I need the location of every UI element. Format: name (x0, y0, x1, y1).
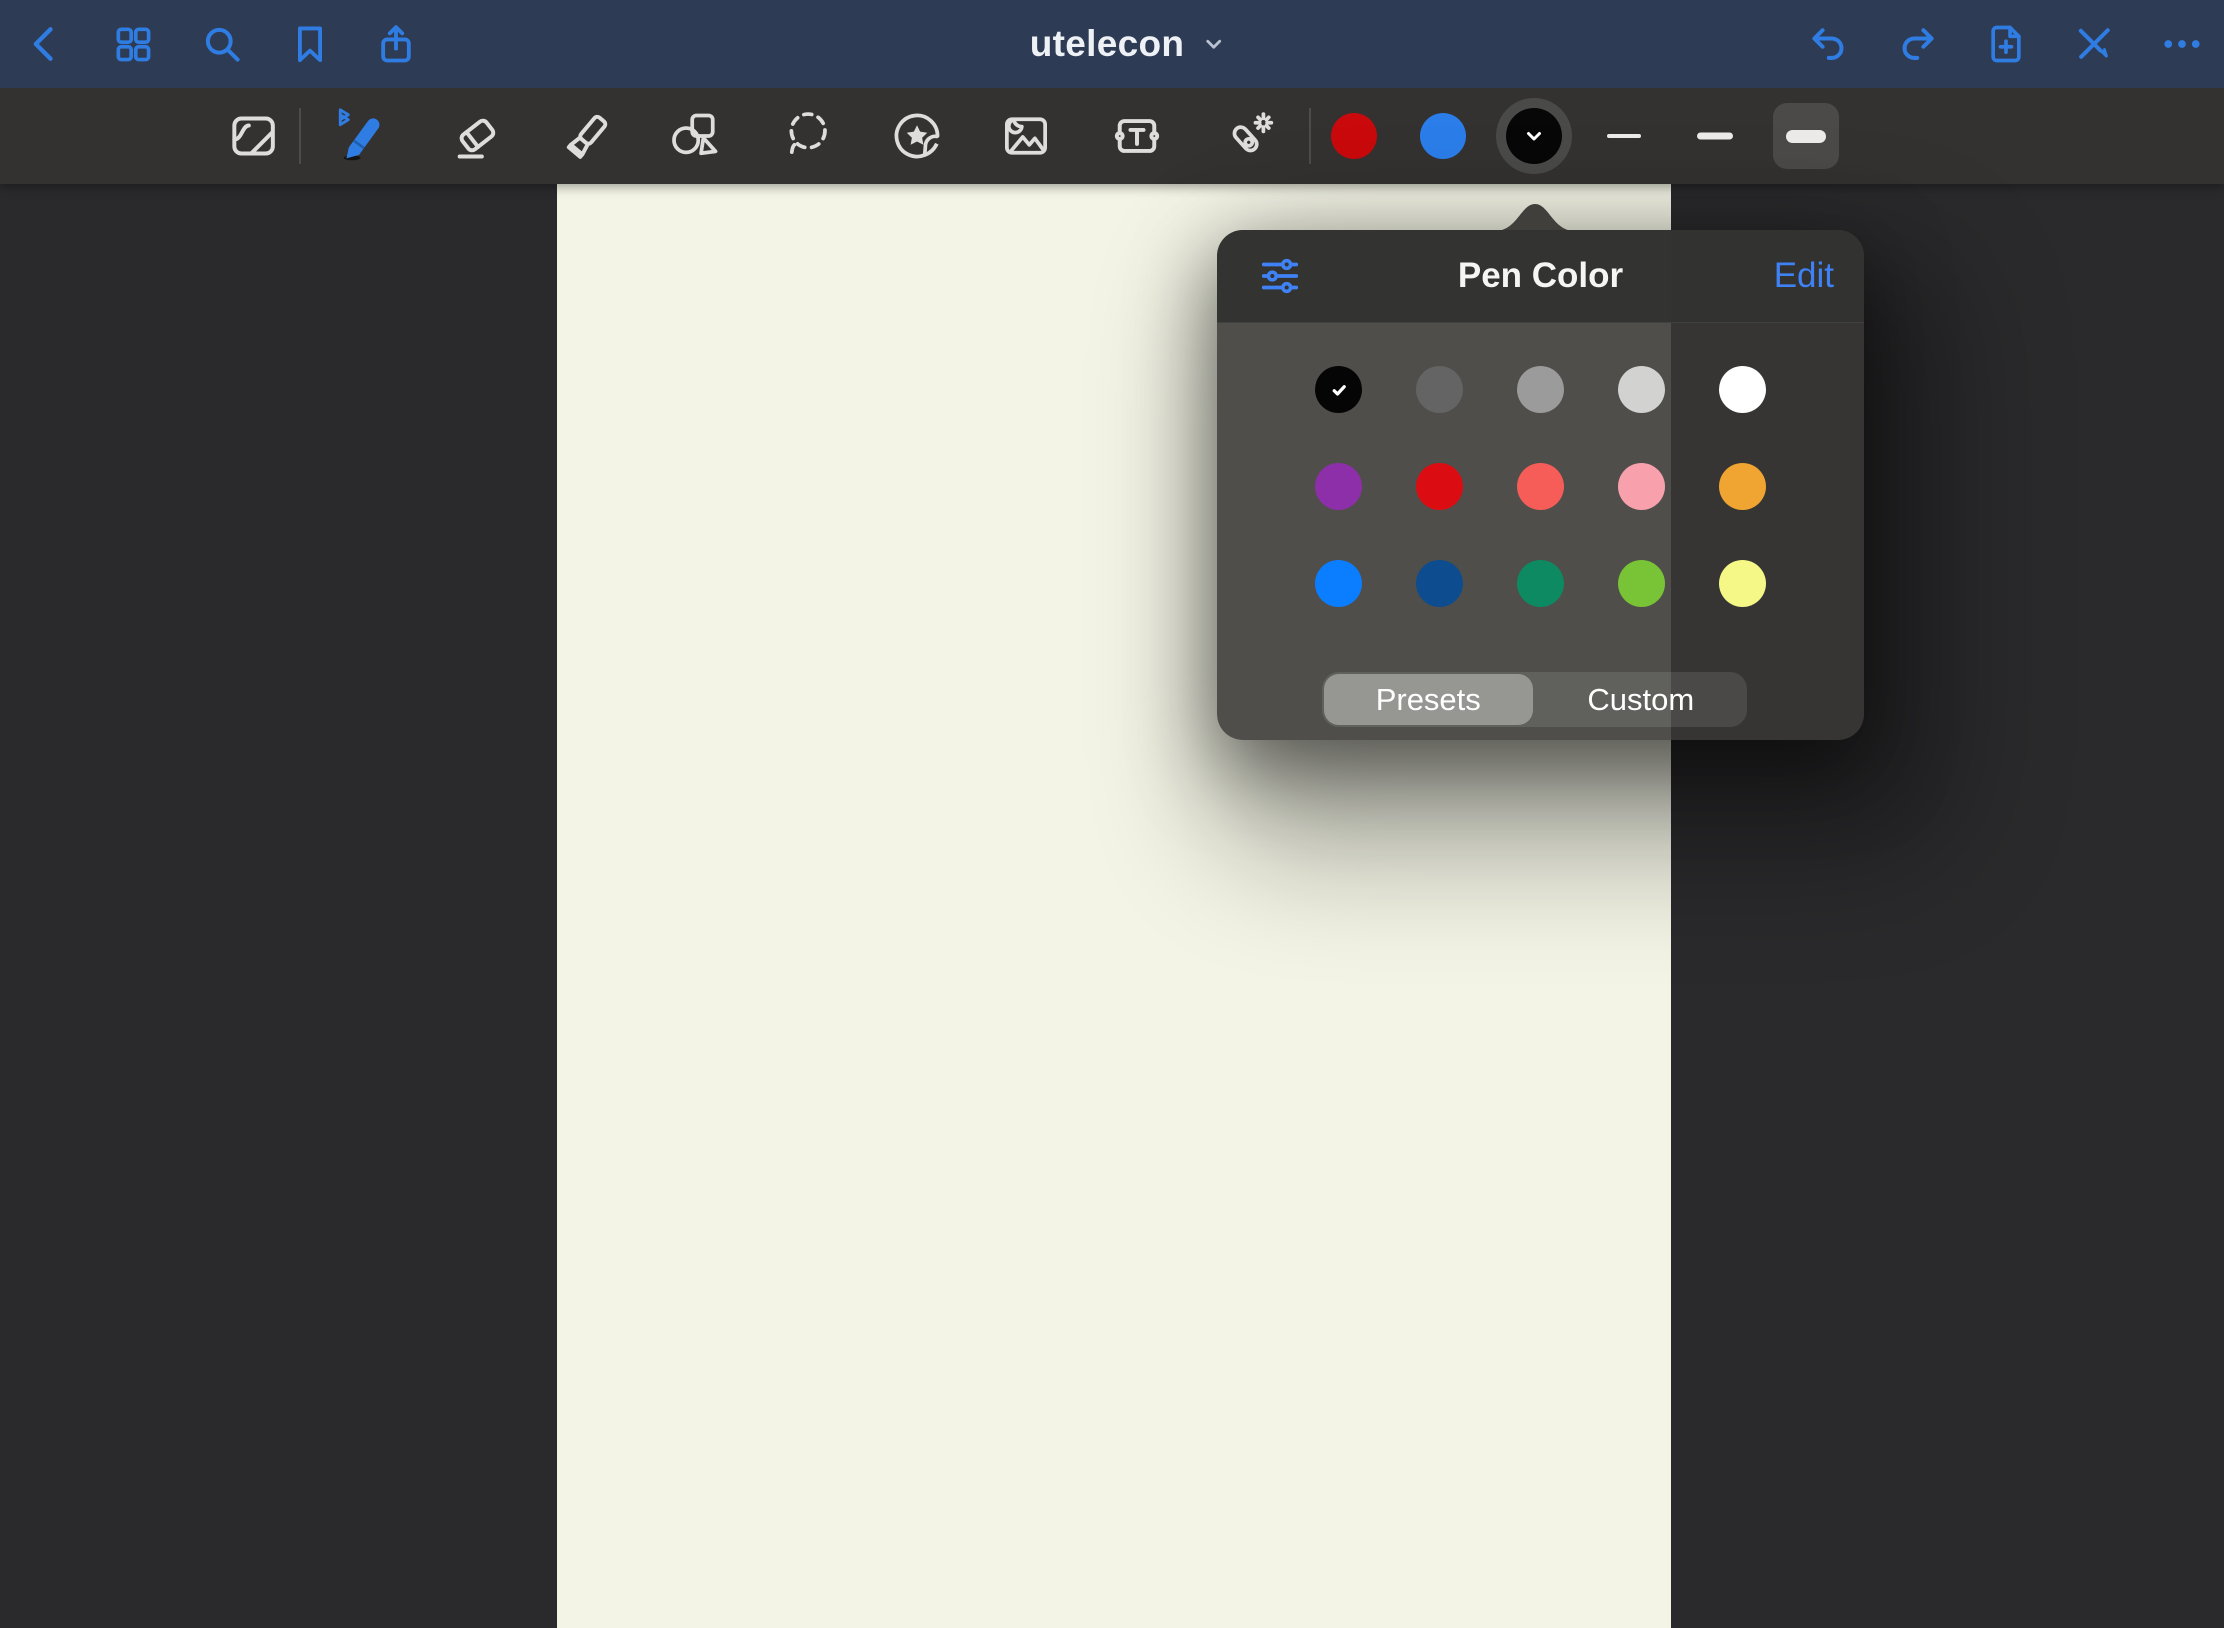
swatch-coral[interactable] (1517, 463, 1564, 510)
swatch-dark-gray[interactable] (1416, 366, 1463, 413)
pen-tool-button[interactable] (328, 104, 392, 168)
chevron-down-icon (1522, 124, 1546, 148)
swatch-orange[interactable] (1719, 463, 1766, 510)
search-button[interactable] (196, 18, 248, 70)
tab-custom[interactable]: Custom (1537, 674, 1746, 725)
swatch-red[interactable] (1416, 463, 1463, 510)
eraser-tool-button[interactable] (444, 104, 508, 168)
pen-color-popup: Pen Color Edit Presets Custom (1217, 230, 1864, 740)
swatch-light-gray[interactable] (1618, 366, 1665, 413)
lasso-icon (779, 108, 835, 164)
swatch-navy[interactable] (1416, 560, 1463, 607)
redo-button[interactable] (1891, 18, 1943, 70)
stroke-width-thin-button[interactable] (1607, 134, 1641, 138)
swatch-gray[interactable] (1517, 366, 1564, 413)
elements-tool-button[interactable] (885, 104, 949, 168)
toolbar-color-black (1506, 108, 1562, 164)
shapes-icon (667, 108, 723, 164)
zoom-window-tool-button[interactable] (221, 104, 285, 168)
more-icon (2160, 22, 2204, 66)
highlighter-icon (560, 108, 616, 164)
toolbar-color-blue[interactable] (1420, 113, 1466, 159)
share-button[interactable] (370, 18, 422, 70)
stylus-cross-icon (2072, 22, 2116, 66)
toolbar-divider (299, 108, 301, 164)
color-swatch-grid (1217, 323, 1864, 607)
text-icon (1109, 108, 1165, 164)
pen-tool-icon (332, 108, 388, 164)
sticker-star-icon (889, 108, 945, 164)
top-nav-bar: utelecon (0, 0, 2224, 88)
page-thumbnails-icon (111, 22, 155, 66)
swatch-yellow[interactable] (1719, 560, 1766, 607)
swatch-blue[interactable] (1315, 560, 1362, 607)
stroke-thick-selected-box (1773, 103, 1839, 169)
eraser-icon (448, 108, 504, 164)
pen-settings-button[interactable] (1257, 253, 1303, 299)
chevron-down-icon (1200, 31, 1226, 57)
presets-custom-segmented-control: Presets Custom (1322, 672, 1747, 727)
swatch-black-selected[interactable] (1315, 366, 1362, 413)
popup-title: Pen Color (1458, 256, 1623, 296)
text-tool-button[interactable] (1105, 104, 1169, 168)
lasso-tool-button[interactable] (775, 104, 839, 168)
toolbar-color-black-selected[interactable] (1496, 98, 1572, 174)
bookmark-button[interactable] (284, 18, 336, 70)
more-button[interactable] (2156, 18, 2208, 70)
tool-bar (0, 88, 2224, 184)
back-button[interactable] (19, 18, 71, 70)
undo-button[interactable] (1803, 18, 1855, 70)
canvas-area (0, 184, 2224, 1628)
popup-arrow (1495, 201, 1575, 231)
redo-icon (1895, 22, 1939, 66)
zoom-window-icon (225, 108, 281, 164)
swatch-pink[interactable] (1618, 463, 1665, 510)
swatch-green[interactable] (1618, 560, 1665, 607)
laser-pointer-icon (1220, 108, 1276, 164)
share-icon (374, 22, 418, 66)
page-thumbnails-button[interactable] (107, 18, 159, 70)
laser-pointer-tool-button[interactable] (1216, 104, 1280, 168)
swatch-purple[interactable] (1315, 463, 1362, 510)
stroke-medium-line (1697, 133, 1733, 140)
toolbar-divider (1309, 108, 1311, 164)
add-page-button[interactable] (1980, 18, 2032, 70)
image-icon (998, 108, 1054, 164)
bookmark-icon (288, 22, 332, 66)
shapes-tool-button[interactable] (663, 104, 727, 168)
stroke-thick-line (1786, 130, 1826, 143)
undo-icon (1807, 22, 1851, 66)
stroke-thin-line (1607, 134, 1641, 138)
back-icon (23, 22, 67, 66)
stylus-toggle-button[interactable] (2068, 18, 2120, 70)
checkmark-icon (1326, 377, 1352, 403)
sliders-icon (1257, 253, 1303, 299)
swatch-white[interactable] (1719, 366, 1766, 413)
stroke-width-medium-button[interactable] (1697, 133, 1733, 140)
swatch-teal[interactable] (1517, 560, 1564, 607)
tab-presets[interactable]: Presets (1324, 674, 1533, 725)
document-title-menu[interactable]: utelecon (1030, 23, 1227, 65)
document-title: utelecon (1030, 23, 1185, 65)
highlighter-tool-button[interactable] (556, 104, 620, 168)
add-page-icon (1984, 22, 2028, 66)
popup-header: Pen Color Edit (1217, 230, 1864, 323)
stroke-width-thick-button[interactable] (1773, 103, 1839, 169)
image-tool-button[interactable] (994, 104, 1058, 168)
toolbar-color-red[interactable] (1331, 113, 1377, 159)
edit-colors-button[interactable]: Edit (1774, 256, 1834, 296)
search-icon (200, 22, 244, 66)
